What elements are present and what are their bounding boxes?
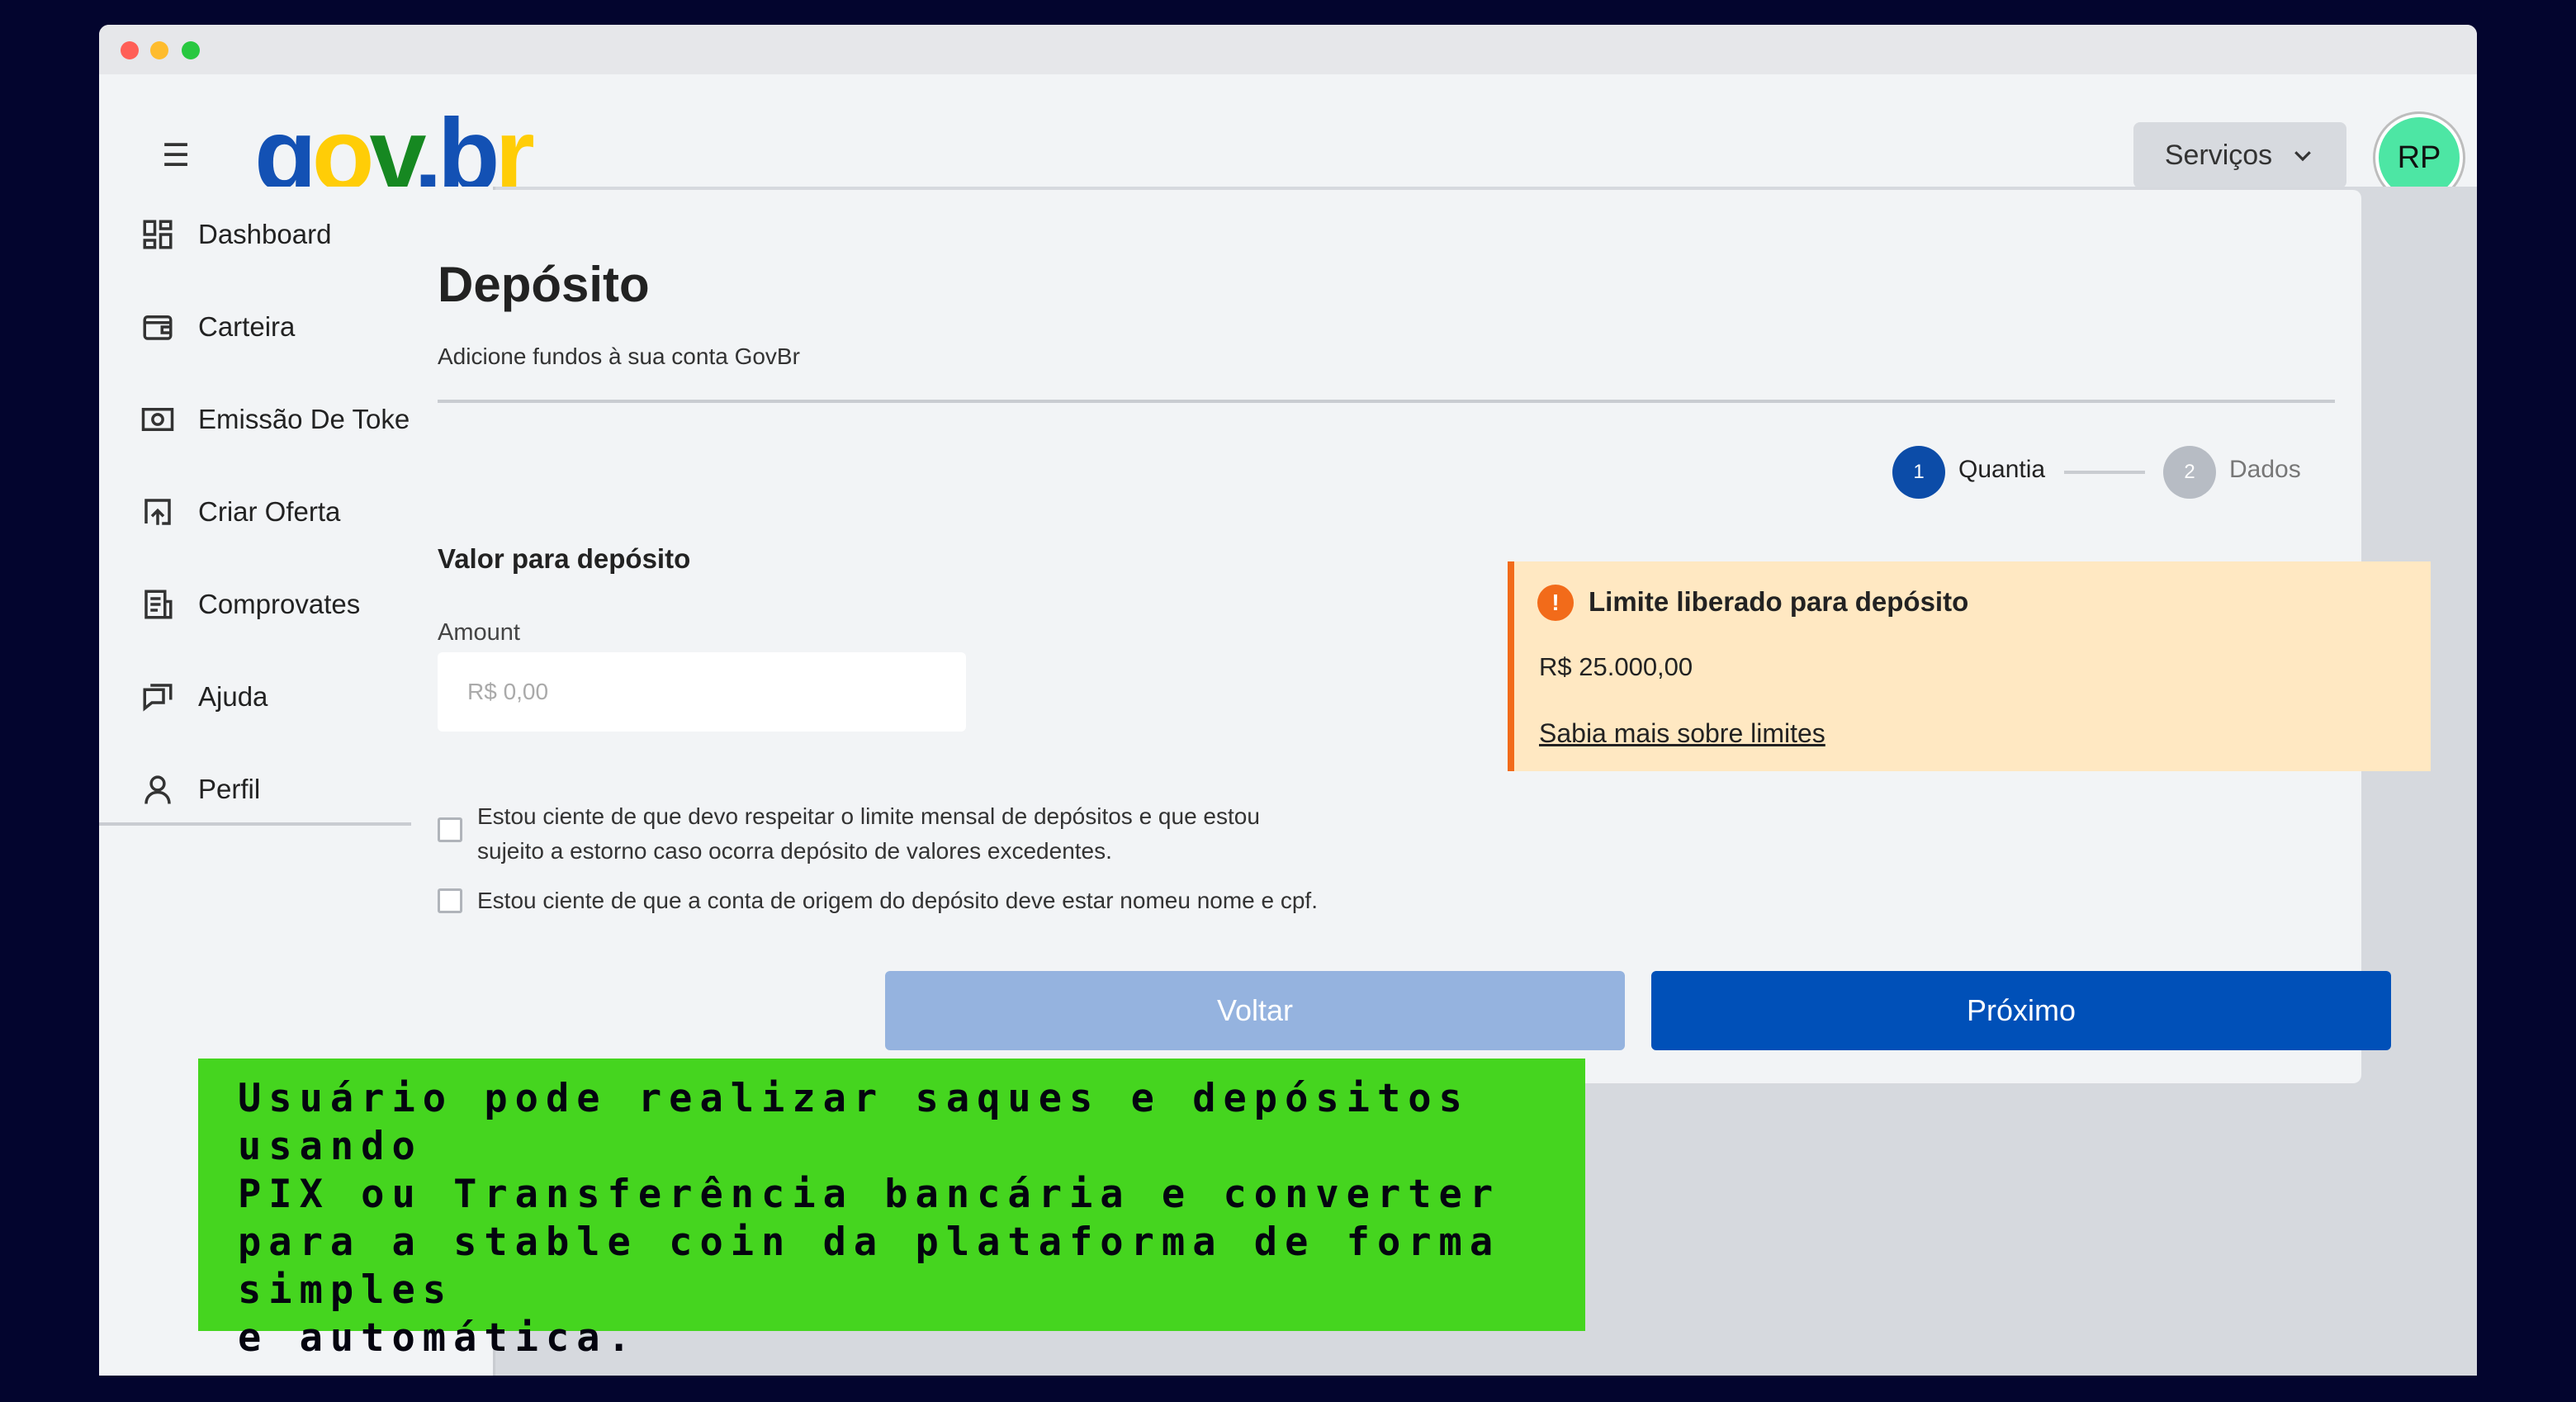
next-button[interactable]: Próximo bbox=[1651, 971, 2391, 1050]
sidebar-item-label: Ajuda bbox=[198, 681, 268, 712]
account-origin-checkbox-label: Estou ciente de que a conta de origem do… bbox=[477, 888, 1318, 913]
header-divider bbox=[438, 400, 2335, 403]
sidebar-item-perfil[interactable]: Perfil bbox=[140, 765, 260, 814]
limits-info-link[interactable]: Sabia mais sobre limites bbox=[1539, 718, 1825, 749]
dashboard-icon bbox=[143, 220, 173, 249]
sidebar-item-label: Comprovates bbox=[198, 589, 361, 619]
sidebar-item-label: Perfil bbox=[198, 774, 261, 804]
alert-icon: ! bbox=[1537, 585, 1574, 621]
services-label: Serviços bbox=[2164, 139, 2273, 171]
deposit-limit-value: R$ 25.000,00 bbox=[1539, 652, 1693, 681]
token-icon bbox=[141, 408, 174, 431]
close-window-button[interactable] bbox=[121, 41, 139, 59]
step-connector bbox=[2064, 471, 2145, 474]
avatar[interactable]: RP bbox=[2375, 114, 2463, 201]
chevron-down-icon bbox=[2294, 151, 2312, 162]
sidebar-item-label: Emissão De Tokens bbox=[198, 404, 439, 434]
sidebar-item-comprovates[interactable]: Comprovates bbox=[140, 580, 360, 629]
step-1-indicator[interactable]: 1 bbox=[1892, 446, 1945, 499]
page-title: Depósito bbox=[438, 257, 650, 312]
window-titlebar bbox=[99, 25, 2477, 74]
monthly-limit-checkbox[interactable] bbox=[438, 817, 462, 842]
upload-icon bbox=[144, 499, 171, 525]
back-button[interactable]: Voltar bbox=[885, 971, 1625, 1050]
receipt-icon bbox=[144, 590, 173, 619]
sidebar-item-emissao-tokens[interactable]: Emissão De Tokens bbox=[140, 395, 438, 444]
sidebar-item-label: Carteira bbox=[198, 311, 296, 342]
services-dropdown-button[interactable]: Serviços bbox=[2133, 122, 2346, 188]
menu-icon[interactable]: ☰ bbox=[162, 140, 190, 172]
promo-caption: Usuário pode realizar saques e depósitos… bbox=[198, 1059, 1585, 1361]
alert-title: Limite liberado para depósito bbox=[1589, 586, 1969, 617]
step-2-label: Dados bbox=[2229, 456, 2301, 483]
promo-caption-text: Usuário pode realizar saques e depósitos… bbox=[238, 1076, 1501, 1361]
sidebar-item-criar-oferta[interactable]: Criar Oferta bbox=[140, 487, 340, 537]
account-origin-checkbox[interactable] bbox=[438, 888, 462, 913]
checkbox-row-account-origin[interactable]: Estou ciente de que a conta de origem do… bbox=[438, 883, 1318, 918]
sidebar-item-ajuda[interactable]: Ajuda bbox=[140, 672, 268, 722]
deposit-value-title: Valor para depósito bbox=[438, 543, 691, 574]
chat-icon bbox=[143, 684, 173, 712]
page-subtitle: Adicione fundos à sua conta GovBr bbox=[438, 343, 800, 369]
wallet-icon bbox=[143, 315, 173, 340]
checkbox-row-monthly-limit[interactable]: Estou ciente de que devo respeitar o lim… bbox=[438, 799, 1260, 869]
amount-label: Amount bbox=[438, 619, 520, 646]
sidebar-item-label: Criar Oferta bbox=[198, 496, 341, 527]
maximize-window-button[interactable] bbox=[182, 41, 200, 59]
minimize-window-button[interactable] bbox=[150, 41, 168, 59]
sidebar-item-carteira[interactable]: Carteira bbox=[140, 302, 295, 352]
sidebar-item-dashboard[interactable]: Dashboard bbox=[140, 210, 331, 259]
amount-input[interactable] bbox=[438, 652, 966, 732]
sidebar-item-label: Dashboard bbox=[198, 219, 332, 249]
step-2-indicator[interactable]: 2 bbox=[2163, 446, 2216, 499]
monthly-limit-checkbox-label: Estou ciente de que devo respeitar o lim… bbox=[477, 803, 1260, 864]
deposit-limit-alert: ! Limite liberado para depósito R$ 25.00… bbox=[1508, 561, 2431, 771]
user-icon bbox=[144, 775, 171, 804]
step-1-label: Quantia bbox=[1958, 456, 2046, 483]
